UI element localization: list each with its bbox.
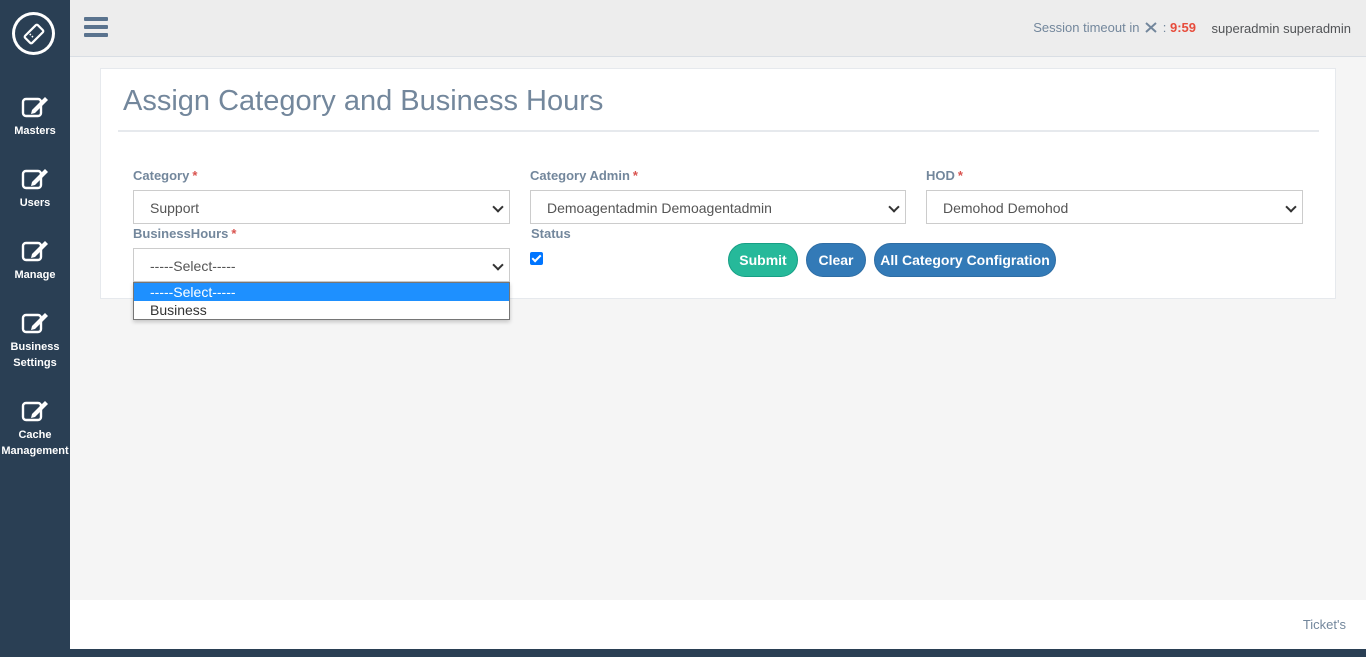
edit-icon xyxy=(21,401,48,422)
session-time: 9:59 xyxy=(1169,20,1196,35)
hourglass-icon xyxy=(1145,22,1157,33)
footer: Ticket's xyxy=(70,600,1366,649)
ticket-icon xyxy=(15,15,52,52)
hod-select[interactable]: Demohod Demohod xyxy=(926,190,1303,224)
sidebar-item-cache-management[interactable]: Cache Management xyxy=(0,399,70,459)
sidebar-item-manage[interactable]: Manage xyxy=(0,239,70,283)
sidebar-item-label: Cache Management xyxy=(1,429,69,457)
chevron-down-icon xyxy=(1285,201,1297,213)
all-category-configuration-button[interactable]: All Category Configration xyxy=(874,243,1056,277)
sidebar: Masters Users Manage Business Settings C… xyxy=(0,0,70,657)
edit-icon xyxy=(21,241,48,262)
sidebar-item-business-settings[interactable]: Business Settings xyxy=(0,311,70,371)
sidebar-item-users[interactable]: Users xyxy=(0,167,70,211)
edit-icon xyxy=(21,169,48,190)
app-logo[interactable] xyxy=(12,12,55,55)
page-title: Assign Category and Business Hours xyxy=(123,85,604,117)
required-marker: * xyxy=(231,226,237,241)
hod-label: HOD * xyxy=(926,168,963,183)
required-marker: * xyxy=(192,168,198,183)
category-admin-label: Category Admin * xyxy=(530,168,638,183)
dropdown-option[interactable]: Business xyxy=(134,301,509,319)
status-checkbox[interactable] xyxy=(530,252,543,265)
category-select[interactable]: Support xyxy=(133,190,510,224)
top-navbar: Session timeout in : 9:59 superadmin sup… xyxy=(70,0,1366,57)
session-separator: : xyxy=(1162,20,1167,35)
sidebar-item-masters[interactable]: Masters xyxy=(0,95,70,139)
sidebar-item-label: Users xyxy=(19,197,51,209)
sidebar-item-label: Business Settings xyxy=(10,341,60,369)
menu-toggle-icon[interactable] xyxy=(84,17,108,39)
footer-text: Ticket's xyxy=(1302,617,1346,632)
chevron-down-icon xyxy=(492,201,504,213)
bottom-bar xyxy=(70,649,1366,657)
business-hours-label: BusinessHours * xyxy=(133,226,237,241)
status-label: Status xyxy=(531,226,571,241)
edit-icon xyxy=(21,97,48,118)
user-menu[interactable]: superadmin superadmin xyxy=(1212,21,1351,36)
chevron-down-icon xyxy=(492,259,504,271)
sidebar-item-label: Manage xyxy=(14,269,56,281)
sidebar-item-label: Masters xyxy=(14,125,56,137)
divider xyxy=(118,130,1319,132)
business-hours-select[interactable]: -----Select----- xyxy=(133,248,510,282)
session-label: Session timeout in xyxy=(1033,20,1140,35)
required-marker: * xyxy=(957,168,963,183)
category-admin-select[interactable]: Demoagentadmin Demoagentadmin xyxy=(530,190,906,224)
required-marker: * xyxy=(632,168,638,183)
session-timeout: Session timeout in : 9:59 xyxy=(1033,20,1196,35)
edit-icon xyxy=(21,313,48,334)
category-label: Category * xyxy=(133,168,198,183)
clear-button[interactable]: Clear xyxy=(806,243,866,277)
chevron-down-icon xyxy=(888,201,900,213)
dropdown-option[interactable]: -----Select----- xyxy=(134,283,509,301)
submit-button[interactable]: Submit xyxy=(728,243,798,277)
business-hours-dropdown: -----Select----- Business xyxy=(133,282,510,320)
